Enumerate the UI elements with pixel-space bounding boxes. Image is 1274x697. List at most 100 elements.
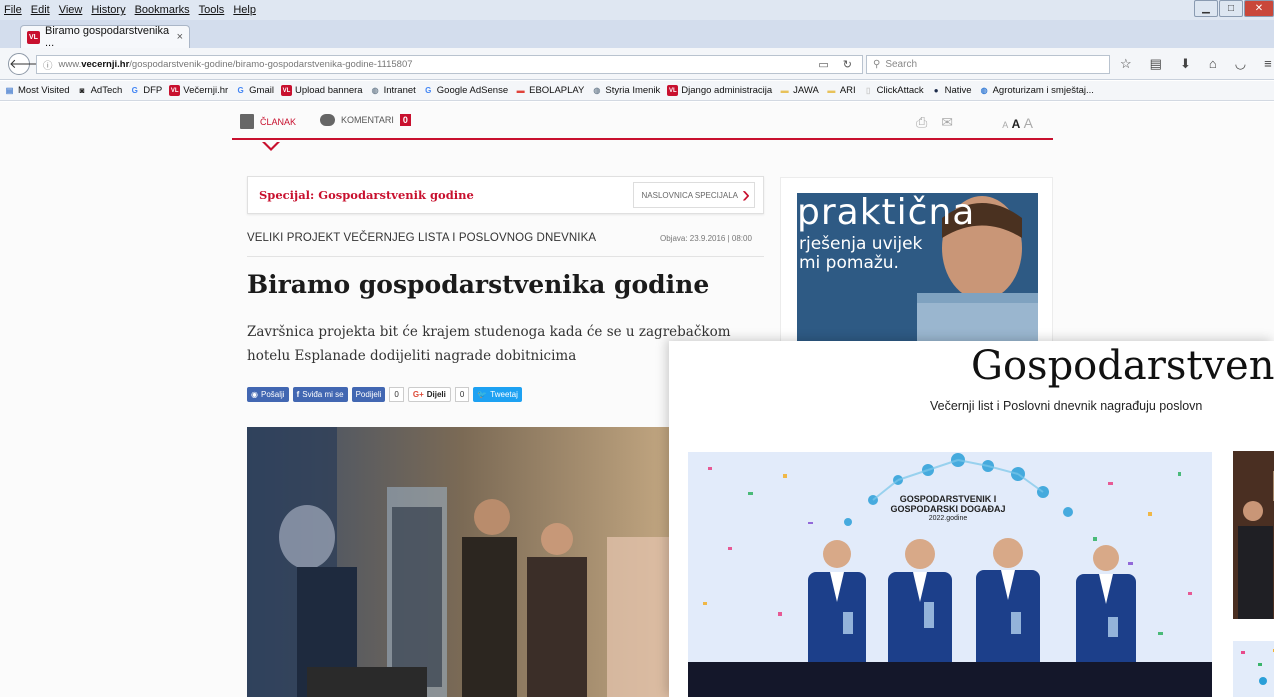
menu-tools[interactable]: Tools: [199, 4, 225, 16]
article-nav: ČLANAK KOMENTARI 0 ⎙ ✉ A A A: [232, 106, 1053, 151]
tweet-label: Tweetaj: [490, 390, 518, 399]
menu-icon[interactable]: ≡: [1264, 56, 1272, 72]
bookmark-item[interactable]: ◍ Agroturizam i smještaj...: [979, 85, 1094, 96]
tab-comments-label: KOMENTARI: [341, 115, 394, 125]
thumbnail-photo[interactable]: [1233, 451, 1274, 619]
ebola-icon: ▬: [516, 86, 525, 95]
page-icon: ▯: [865, 86, 871, 95]
messenger-send-button[interactable]: ◉ Pošalji: [247, 387, 289, 402]
url-bar[interactable]: ⓘ www.vecernji.hr/gospodarstvenik-godine…: [36, 55, 863, 74]
maximize-icon[interactable]: □: [1219, 0, 1243, 17]
font-large-button[interactable]: A: [1024, 115, 1033, 131]
thumbnail-photo-2[interactable]: [1233, 641, 1274, 697]
font-medium-button[interactable]: A: [1012, 117, 1021, 131]
chevron-right-icon: ›: [742, 181, 750, 208]
print-icon[interactable]: ⎙: [916, 114, 927, 131]
advertisement-banner[interactable]: praktična rješenja uvijek mi pomažu.: [797, 193, 1038, 353]
special-home-link[interactable]: NASLOVNICA SPECIJALA ›: [632, 181, 755, 208]
vl-icon: VL: [169, 85, 181, 96]
bookmark-item[interactable]: VL Django administracija: [667, 85, 772, 96]
active-tab-caret-inner: [264, 141, 278, 148]
gplus-icon: G+: [412, 390, 424, 399]
bookmark-label: Upload bannera: [294, 85, 363, 96]
bookmark-star-icon[interactable]: ☆: [1120, 56, 1132, 72]
reader-view-icon[interactable]: ▭: [818, 58, 828, 71]
facebook-share-button[interactable]: Podijeli: [351, 387, 386, 402]
bookmark-item[interactable]: G DFP: [129, 85, 163, 96]
bookmark-item[interactable]: ▬ EBOLAPLAY: [515, 85, 585, 96]
adtech-icon: ◙: [79, 86, 85, 95]
special-title[interactable]: Specijal: Gospodarstvenik godine: [259, 188, 474, 202]
ad-text-line-2: mi pomažu.: [799, 253, 899, 273]
comments-count-badge: 0: [399, 114, 411, 126]
divider: [247, 256, 764, 257]
ad-headline: praktična: [797, 193, 976, 233]
info-icon[interactable]: ⓘ: [43, 58, 53, 72]
search-bar[interactable]: ⚲ Search: [866, 55, 1110, 74]
tab-comments[interactable]: KOMENTARI 0: [320, 114, 411, 126]
mail-icon[interactable]: ✉: [941, 114, 953, 131]
overlay-page-screenshot: Gospodarstven Večernji list i Poslovni d…: [669, 341, 1274, 697]
article-photo: [247, 427, 677, 697]
share-label: Podijeli: [355, 390, 382, 399]
bookmark-label: Google AdSense: [436, 85, 509, 96]
bookmark-item[interactable]: ● Native: [931, 85, 972, 96]
close-window-icon[interactable]: ✕: [1244, 0, 1274, 17]
twitter-icon: 🐦: [477, 390, 488, 399]
thumbnail-image-2: [1233, 641, 1274, 697]
home-icon[interactable]: ⌂: [1209, 56, 1217, 72]
menu-help[interactable]: Help: [233, 4, 256, 16]
award-photo[interactable]: GOSPODARSTVENIK I GOSPODARSKI DOGAĐAJ 20…: [688, 452, 1212, 697]
google-icon: G: [131, 86, 138, 95]
bookmark-item[interactable]: ▯ ClickAttack: [863, 85, 924, 96]
bookmark-label: Most Visited: [18, 85, 70, 96]
menu-file[interactable]: File: [4, 4, 22, 16]
pocket-icon[interactable]: ◡: [1235, 56, 1246, 72]
url-host: vecernji.hr: [81, 59, 130, 70]
screen: File Edit View History Bookmarks Tools H…: [0, 0, 1274, 697]
bookmark-label: Gmail: [249, 85, 274, 96]
library-icon[interactable]: ▤: [1150, 56, 1162, 72]
menu-bookmarks[interactable]: Bookmarks: [135, 4, 190, 16]
bookmark-item[interactable]: ◍ Intranet: [370, 85, 416, 96]
google-icon: G: [425, 86, 432, 95]
reload-icon[interactable]: ↻: [843, 58, 852, 71]
document-icon: [240, 114, 254, 129]
folder-icon: ▬: [827, 86, 836, 95]
bookmark-item[interactable]: ▬ JAWA: [779, 85, 819, 96]
close-tab-icon[interactable]: ×: [177, 31, 183, 43]
bookmark-item[interactable]: VL Upload bannera: [280, 85, 363, 96]
tweet-button[interactable]: 🐦 Tweetaj: [473, 387, 522, 402]
gplus-label: Dijeli: [426, 390, 446, 399]
menu-edit[interactable]: Edit: [31, 4, 50, 16]
back-button[interactable]: 🡐: [8, 53, 44, 75]
advertisement-box: praktična rješenja uvijek mi pomažu.: [780, 177, 1053, 353]
gplus-share-button[interactable]: G+ Dijeli: [407, 387, 451, 402]
bookmark-label: EBOLAPLAY: [529, 85, 585, 96]
bookmark-label: Intranet: [383, 85, 416, 96]
publish-date: Objava: 23.9.2016 | 08:00: [660, 234, 752, 243]
menu-view[interactable]: View: [59, 4, 83, 16]
menu-history[interactable]: History: [91, 4, 125, 16]
download-icon[interactable]: ⬇: [1180, 56, 1191, 72]
bookmark-label: AdTech: [90, 85, 123, 96]
event-photo-image: [247, 427, 677, 697]
bookmark-item[interactable]: ▬ ARI: [826, 85, 855, 96]
browser-tab[interactable]: VL Biramo gospodarstvenika ... ×: [20, 25, 190, 49]
facebook-like-button[interactable]: f Sviđa mi se: [292, 387, 348, 402]
bookmark-item[interactable]: ◙ AdTech: [77, 85, 123, 96]
tab-article[interactable]: ČLANAK: [240, 114, 296, 129]
bookmark-item[interactable]: ◍ Styria Imenik: [591, 85, 660, 96]
bookmark-item[interactable]: G Google AdSense: [423, 85, 508, 96]
font-size-controls: A A A: [1002, 115, 1033, 131]
globe-icon: ◍: [593, 86, 601, 95]
bookmark-item[interactable]: ▤ Most Visited: [4, 85, 70, 96]
bookmark-label: Agroturizam i smještaj...: [992, 85, 1094, 96]
bookmark-label: JAWA: [793, 85, 819, 96]
article-headline: Biramo gospodarstvenika godine: [247, 270, 710, 299]
bookmark-item[interactable]: VL Večernji.hr: [169, 85, 228, 96]
font-small-button[interactable]: A: [1002, 120, 1008, 130]
bookmark-item[interactable]: G Gmail: [235, 85, 274, 96]
minimize-icon[interactable]: ▁: [1194, 0, 1218, 17]
window-controls: ▁ □ ✕: [1194, 0, 1274, 20]
